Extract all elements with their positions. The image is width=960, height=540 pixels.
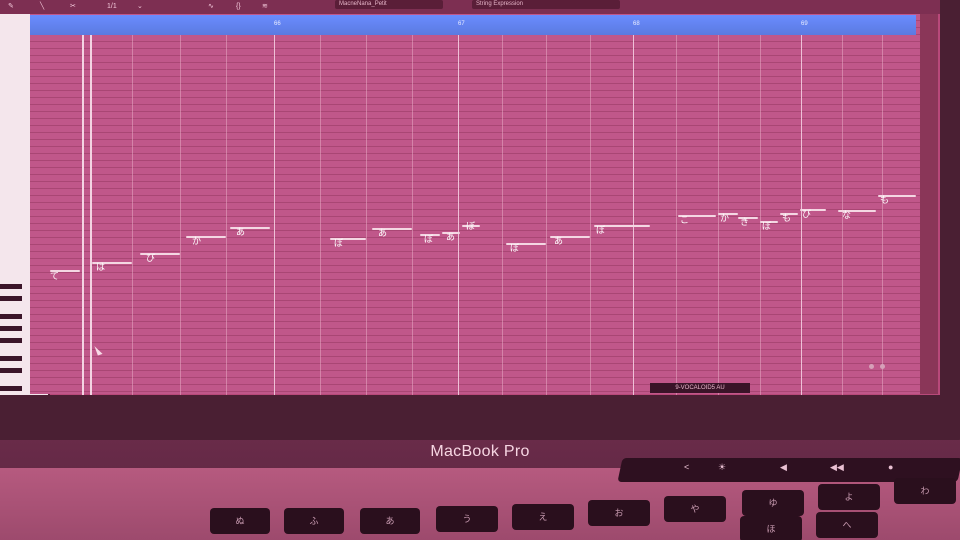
beat-line	[676, 35, 677, 395]
zoom-in-icon[interactable]	[880, 364, 885, 369]
bar-line	[274, 35, 275, 395]
screen: ✎ ╲ ✂ 1/1 ⌄ ∿ {} ≋ MacneNana_Petit Strin…	[0, 0, 940, 395]
lyric-label: こ	[680, 216, 690, 226]
beat-line	[226, 35, 227, 395]
keyboard-key[interactable]: へ	[816, 512, 878, 538]
playhead-line[interactable]	[82, 35, 84, 395]
black-key[interactable]	[0, 314, 22, 319]
timeline-ruler[interactable]	[30, 15, 916, 35]
keyboard-key[interactable]: ゆ	[742, 490, 804, 516]
bar-label: 67	[458, 21, 465, 27]
bar-label: 66	[274, 21, 281, 27]
beat-line	[132, 35, 133, 395]
vibrato-icon[interactable]: ≋	[262, 1, 268, 12]
beat-line	[320, 35, 321, 395]
lyric-label: て	[50, 272, 60, 282]
lyric-label: き	[740, 218, 750, 228]
touchbar-mute-icon[interactable]: ◀︎◀︎	[830, 462, 844, 473]
keyboard-key[interactable]: う	[436, 506, 498, 532]
pencil-icon[interactable]: ✎	[8, 1, 14, 12]
black-key[interactable]	[0, 368, 22, 373]
playhead-line	[90, 35, 92, 395]
brackets-icon[interactable]: {}	[236, 1, 241, 12]
lyric-label: び	[802, 210, 812, 220]
lyric-label: な	[842, 211, 852, 221]
toolbar: ✎ ╲ ✂ 1/1 ⌄ ∿ {} ≋ MacneNana_Petit Strin…	[0, 0, 940, 14]
vertical-scrollbar[interactable]	[920, 14, 938, 394]
bar-line	[458, 35, 459, 395]
beat-line	[502, 35, 503, 395]
lyric-label: あ	[554, 237, 564, 247]
touchbar-volume-icon[interactable]: ◀︎	[780, 462, 787, 473]
beat-line	[718, 35, 719, 395]
beat-line	[882, 35, 883, 395]
black-key[interactable]	[0, 284, 22, 289]
track-status-label: 9-VOCALOID5 AU	[650, 383, 750, 393]
touchbar-back-icon[interactable]: <	[684, 462, 689, 472]
lyric-label: ぼ	[334, 239, 344, 249]
bar-label: 69	[801, 21, 808, 27]
beat-line	[366, 35, 367, 395]
lyric-label: も	[880, 196, 890, 206]
lyric-label: ぼ	[424, 235, 434, 245]
keyboard-key[interactable]: ふ	[284, 508, 344, 534]
lyric-label: ぼ	[510, 244, 520, 254]
lyric-label: あ	[446, 233, 456, 243]
chevron-down-icon[interactable]: ⌄	[137, 1, 143, 12]
keyboard-key[interactable]: あ	[360, 508, 420, 534]
photo: ✎ ╲ ✂ 1/1 ⌄ ∿ {} ≋ MacneNana_Petit Strin…	[0, 0, 960, 540]
lyric-label: あ	[236, 228, 246, 238]
scissors-icon[interactable]: ✂	[70, 1, 76, 12]
line-tool-icon[interactable]: ╲	[40, 1, 44, 12]
beat-line	[180, 35, 181, 395]
lyric-label: は	[96, 263, 106, 273]
black-key[interactable]	[0, 386, 22, 391]
keyboard-key[interactable]: や	[664, 496, 726, 522]
lyric-label: び	[146, 254, 156, 264]
piano-roll-grid[interactable]	[30, 14, 920, 394]
lyric-label: か	[192, 237, 202, 247]
keyboard-key[interactable]: お	[588, 500, 650, 526]
touchbar-brightness-icon[interactable]: ☀︎	[718, 462, 726, 473]
bar-label: 68	[633, 21, 640, 27]
lyric-label: あ	[378, 229, 388, 239]
lyric-label: も	[782, 214, 792, 224]
black-key[interactable]	[0, 296, 22, 301]
lyric-label: ぼ	[596, 226, 606, 236]
lyric-label: ぼ	[466, 222, 476, 232]
wave-icon[interactable]: ∿	[208, 1, 214, 12]
keyboard-key[interactable]: ほ	[740, 516, 802, 540]
keyboard-key[interactable]: え	[512, 504, 574, 530]
touchbar-siri-icon[interactable]: ●	[888, 462, 893, 472]
beat-line	[546, 35, 547, 395]
track-name-field[interactable]: MacneNana_Petit	[335, 0, 443, 9]
counter-label: 1/1	[107, 3, 117, 10]
keyboard-key[interactable]: ぬ	[210, 508, 270, 534]
beat-line	[412, 35, 413, 395]
zoom-out-icon[interactable]	[869, 364, 874, 369]
lyric-label: か	[720, 214, 730, 224]
black-key[interactable]	[0, 326, 22, 331]
black-key[interactable]	[0, 338, 22, 343]
black-key[interactable]	[0, 356, 22, 361]
bar-line	[633, 35, 634, 395]
lyric-label: ぼ	[762, 222, 772, 232]
expression-field[interactable]: String Expression	[472, 0, 620, 9]
beat-line	[760, 35, 761, 395]
keyboard-key[interactable]: よ	[818, 484, 880, 510]
keyboard-key[interactable]: わ	[894, 478, 956, 504]
beat-line	[590, 35, 591, 395]
